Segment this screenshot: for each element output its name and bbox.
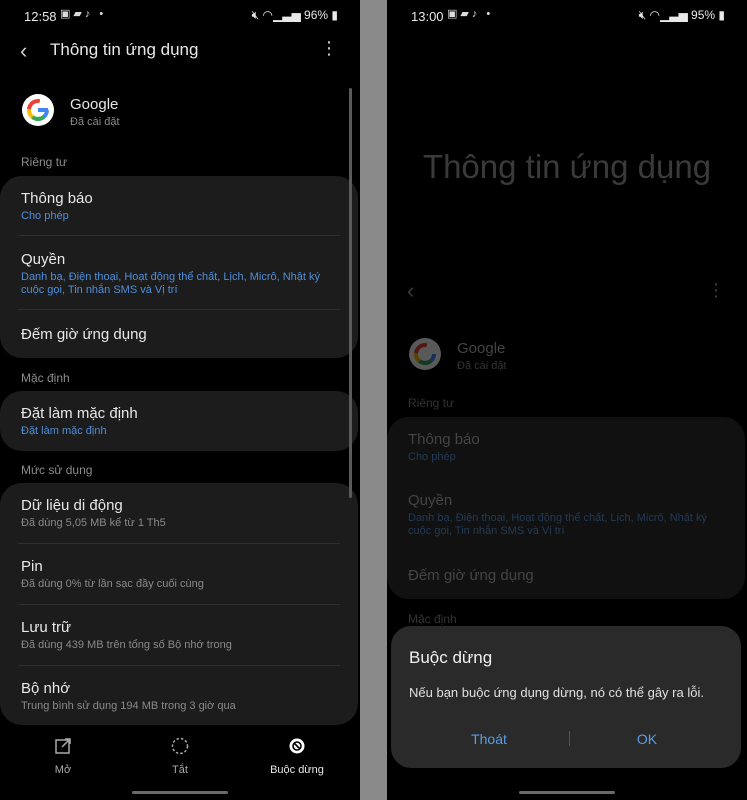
divider (18, 604, 340, 605)
gesture-nav-bar[interactable] (519, 791, 615, 794)
mobile-data-item[interactable]: Dữ liệu di động Đã dùng 5,05 MB kể từ 1 … (21, 497, 340, 530)
battery-percent: 96% (304, 8, 329, 22)
open-external-icon (8, 736, 118, 758)
default-card: Đặt làm mặc định Đặt làm mặc định (0, 391, 358, 451)
divider (18, 309, 340, 310)
usage-card: Dữ liệu di động Đã dùng 5,05 MB kể từ 1 … (0, 483, 358, 725)
google-logo-icon (22, 94, 54, 126)
force-stop-dialog: Buộc dừng Nếu bạn buộc ứng dụng dừng, nó… (391, 626, 741, 768)
section-privacy: Riêng tư (21, 155, 68, 169)
force-stop-label: Buộc dừng (270, 764, 324, 776)
battery-percent: 95% (691, 8, 716, 22)
memory-title: Bộ nhớ (21, 680, 71, 697)
back-arrow-icon[interactable]: ‹ (407, 278, 414, 304)
section-privacy: Riêng tư (408, 396, 455, 410)
divider (18, 235, 340, 236)
app-header: Google Đã cài đặt (0, 92, 360, 136)
app-name: Google (70, 96, 119, 113)
screen-time-item[interactable]: Đếm giờ ứng dụng (21, 326, 340, 343)
storage-title: Lưu trữ (21, 619, 72, 636)
privacy-card: Thông báo Cho phép Quyền Danh bạ, Điện t… (387, 417, 745, 599)
dialog-title: Buộc dừng (409, 648, 493, 667)
bottom-action-bar: Mở Tắt Buộc dừng (0, 728, 360, 800)
app-info-screen: 12:58 ▣▰♪ • 🔇︎ ◠▁▃▅ 96% ▮ ‹ Thông tin ứn… (0, 0, 360, 800)
mobile-data-sub: Đã dùng 5,05 MB kể từ 1 Th5 (21, 517, 166, 529)
battery-icon: ▮ (718, 8, 725, 22)
status-right: 🔇︎ ◠▁▃▅ 95% ▮ (639, 8, 725, 23)
status-bar: 12:58 ▣▰♪ • 🔇︎ ◠▁▃▅ 96% ▮ (0, 0, 360, 32)
notifications-sub: Cho phép (408, 451, 456, 463)
top-app-bar: ‹ Thông tin ứng dụng ⋮ (0, 32, 360, 70)
memory-sub: Trung bình sử dụng 194 MB trong 3 giờ qu… (21, 700, 236, 712)
page-title: Thông tin ứng dụng (50, 40, 199, 59)
screen-time-title: Đếm giờ ứng dụng (408, 567, 534, 584)
permissions-sub: Danh bạ, Điện thoại, Hoạt động thể chất,… (21, 271, 320, 296)
notifications-sub: Cho phép (21, 210, 69, 222)
permissions-title: Quyền (21, 251, 66, 268)
notification-icons: ▣▰♪ • (60, 8, 107, 20)
mute-icon: 🔇︎ (251, 8, 260, 22)
permissions-sub: Danh bạ, Điện thoại, Hoạt động thể chất,… (408, 512, 707, 537)
force-stop-icon (242, 736, 352, 758)
privacy-card: Thông báo Cho phép Quyền Danh bạ, Điện t… (0, 176, 358, 358)
app-install-status: Đã cài đặt (457, 360, 507, 372)
ok-button[interactable]: OK (597, 731, 697, 747)
section-default: Mặc định (408, 612, 457, 626)
battery-title: Pin (21, 558, 43, 575)
disable-icon (125, 736, 235, 758)
permissions-item[interactable]: Quyền Danh bạ, Điện thoại, Hoạt động thể… (408, 492, 727, 538)
set-default-item[interactable]: Đặt làm mặc định Đặt làm mặc định (21, 405, 340, 438)
mute-icon: 🔇︎ (638, 8, 647, 22)
cancel-button[interactable]: Thoát (439, 731, 539, 747)
more-options-icon[interactable]: ⋮ (320, 38, 338, 59)
status-time: 13:00 (411, 9, 444, 24)
google-logo-icon (409, 338, 441, 370)
screen-time-title: Đếm giờ ứng dụng (21, 326, 147, 343)
notifications-item[interactable]: Thông báo Cho phép (408, 431, 727, 464)
scrollbar[interactable] (349, 88, 352, 498)
notification-icons: ▣▰♪ • (447, 8, 494, 20)
large-page-title: Thông tin ứng dụng (422, 148, 712, 185)
battery-sub: Đã dùng 0% từ lần sạc đầy cuối cùng (21, 578, 204, 590)
set-default-sub: Đặt làm mặc định (21, 425, 107, 437)
permissions-title: Quyền (408, 492, 453, 509)
disable-label: Tắt (172, 764, 188, 776)
force-stop-button[interactable]: Buộc dừng (242, 736, 352, 776)
open-button[interactable]: Mở (8, 736, 118, 776)
notifications-title: Thông báo (408, 431, 480, 448)
mobile-data-title: Dữ liệu di động (21, 497, 123, 514)
signal-icon: ◠▁▃▅ (649, 8, 688, 22)
more-options-icon[interactable]: ⋮ (707, 280, 725, 301)
divider (18, 665, 340, 666)
storage-sub: Đã dùng 439 MB trên tổng số Bộ nhớ trong (21, 639, 232, 651)
battery-item[interactable]: Pin Đã dùng 0% từ lần sạc đầy cuối cùng (21, 558, 340, 591)
status-bar: 13:00 ▣▰♪ • 🔇︎ ◠▁▃▅ 95% ▮ (387, 0, 747, 32)
section-usage: Mức sử dụng (21, 463, 93, 477)
screen-time-item[interactable]: Đếm giờ ứng dụng (408, 567, 727, 584)
memory-item[interactable]: Bộ nhớ Trung bình sử dụng 194 MB trong 3… (21, 680, 340, 713)
set-default-title: Đặt làm mặc định (21, 405, 138, 422)
open-label: Mở (54, 764, 72, 776)
status-time: 12:58 (24, 9, 57, 24)
dialog-button-divider (569, 731, 570, 746)
permissions-item[interactable]: Quyền Danh bạ, Điện thoại, Hoạt động thể… (21, 251, 340, 297)
dialog-message: Nếu bạn buộc ứng dụng dừng, nó có thể gâ… (409, 685, 704, 700)
notifications-item[interactable]: Thông báo Cho phép (21, 190, 340, 223)
notifications-title: Thông báo (21, 190, 93, 207)
disable-button[interactable]: Tắt (125, 736, 235, 776)
app-header: Google Đã cài đặt (387, 336, 747, 380)
back-arrow-icon[interactable]: ‹ (20, 38, 27, 64)
battery-icon: ▮ (331, 8, 338, 22)
status-right: 🔇︎ ◠▁▃▅ 96% ▮ (252, 8, 338, 23)
force-stop-dialog-screen: 13:00 ▣▰♪ • 🔇︎ ◠▁▃▅ 95% ▮ Thông tin ứng … (387, 0, 747, 800)
section-default: Mặc định (21, 371, 70, 385)
app-install-status: Đã cài đặt (70, 116, 120, 128)
app-name: Google (457, 340, 506, 357)
divider (18, 543, 340, 544)
storage-item[interactable]: Lưu trữ Đã dùng 439 MB trên tổng số Bộ n… (21, 619, 340, 652)
signal-icon: ◠▁▃▅ (262, 8, 301, 22)
gesture-nav-bar[interactable] (132, 791, 228, 794)
